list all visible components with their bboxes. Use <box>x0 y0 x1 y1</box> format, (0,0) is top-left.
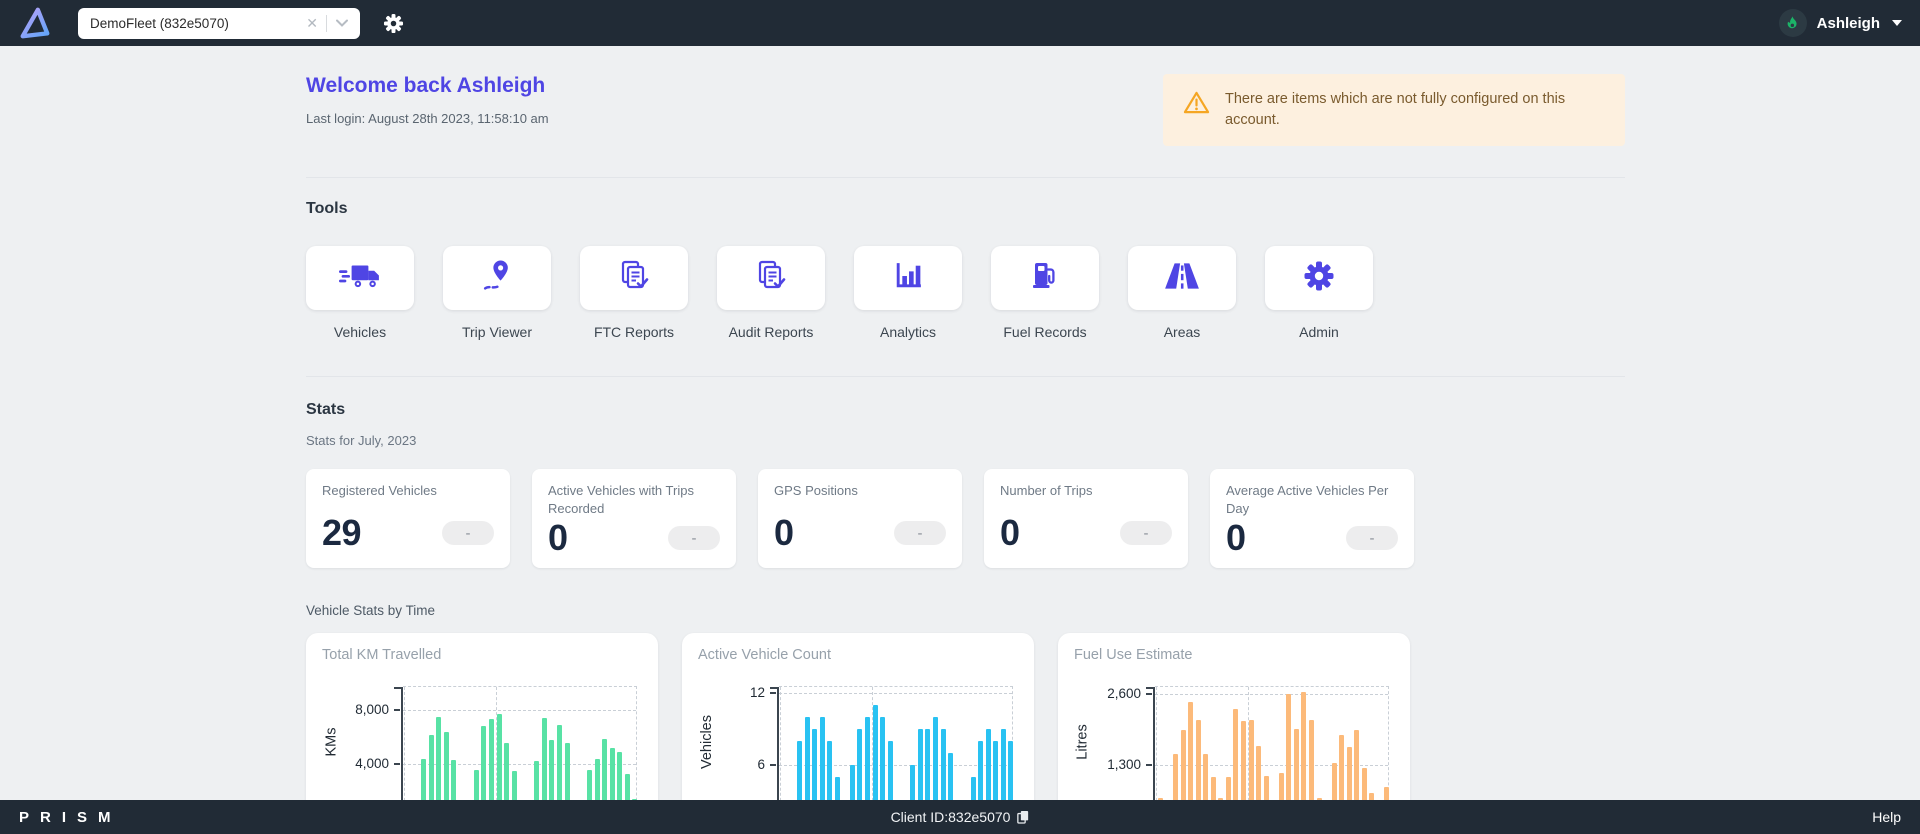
tool-label: Areas <box>1163 324 1201 341</box>
section-divider <box>306 177 1625 179</box>
y-tick-label: 12 <box>749 685 765 701</box>
user-menu[interactable]: Ashleigh <box>1778 9 1902 37</box>
gridline <box>1155 694 1388 696</box>
chart-title: Active Vehicle Count <box>698 647 831 664</box>
bar-chart-icon <box>892 259 925 297</box>
section-divider <box>306 376 1625 378</box>
stat-label: Average Active Vehicles Per Day <box>1226 483 1389 516</box>
fleet-selector[interactable]: DemoFleet (832e5070) ✕ <box>78 7 360 39</box>
footer: PRISM Client ID:832e5070 Help <box>0 800 1920 834</box>
tool-item-areas: Areas <box>1128 246 1236 340</box>
road-icon <box>1163 261 1201 296</box>
page-title: Welcome back Ashleigh <box>306 74 546 97</box>
flame-icon <box>1787 15 1797 28</box>
tool-ftc-reports-button[interactable] <box>580 246 688 311</box>
tools-row: Vehicles Trip Viewer FTC Reports Audit R… <box>306 246 1625 340</box>
chart-title: Fuel Use Estimate <box>1074 647 1193 664</box>
stat-trend-badge: - <box>1120 521 1172 546</box>
stat-value: 29 <box>322 512 362 554</box>
tool-item-audit-reports: Audit Reports <box>717 246 825 340</box>
stat-card: GPS Positions 0 - <box>758 469 962 569</box>
stats-heading: Stats <box>306 401 346 419</box>
settings-gear-icon[interactable] <box>383 13 404 34</box>
chart-title: Total KM Travelled <box>322 647 442 664</box>
stat-value: 0 <box>774 512 794 554</box>
footer-brand: PRISM <box>19 808 122 826</box>
stats-row: Registered Vehicles 29 - Active Vehicles… <box>306 469 1625 569</box>
tool-item-fuel-records: Fuel Records <box>991 246 1099 340</box>
tool-item-admin: Admin <box>1265 246 1373 340</box>
stat-trend-badge: - <box>668 526 720 551</box>
vehicle-stats-heading: Vehicle Stats by Time <box>306 603 436 619</box>
stat-label: Registered Vehicles <box>322 483 437 499</box>
clear-icon[interactable]: ✕ <box>298 15 326 32</box>
stat-trend-badge: - <box>1346 526 1398 551</box>
y-tick-label: 8,000 <box>355 702 389 718</box>
tool-label: Vehicles <box>333 324 387 341</box>
gear-icon <box>1303 260 1335 297</box>
tool-label: Analytics <box>879 324 937 341</box>
app-logo-icon <box>18 5 54 41</box>
gridline <box>403 710 636 712</box>
navbar: DemoFleet (832e5070) ✕ Ashleigh <box>0 0 1920 46</box>
tool-label: Fuel Records <box>1003 324 1087 341</box>
tool-admin-button[interactable] <box>1265 246 1373 311</box>
stat-trend-badge: - <box>894 521 946 546</box>
tool-label: Admin <box>1299 324 1339 341</box>
stat-value: 0 <box>1226 517 1246 559</box>
tool-item-trip-viewer: Trip Viewer <box>443 246 551 340</box>
stat-card: Average Active Vehicles Per Day 0 - <box>1210 469 1414 569</box>
stat-label: Number of Trips <box>1000 483 1093 499</box>
stat-trend-badge: - <box>442 521 494 546</box>
chevron-down-icon[interactable] <box>327 19 350 27</box>
y-tick-label: 4,000 <box>355 756 389 772</box>
tool-areas-button[interactable] <box>1128 246 1236 311</box>
user-name: Ashleigh <box>1816 14 1880 32</box>
warning-text: There are items which are not fully conf… <box>1225 91 1566 129</box>
stat-value: 0 <box>1000 512 1020 554</box>
stat-card: Active Vehicles with Trips Recorded 0 - <box>532 469 736 569</box>
user-avatar <box>1778 9 1807 37</box>
stat-label: GPS Positions <box>774 483 858 499</box>
warning-triangle-icon <box>1183 90 1210 120</box>
warning-banner: There are items which are not fully conf… <box>1163 74 1625 147</box>
stats-subtitle: Stats for July, 2023 <box>306 433 417 449</box>
tool-trip-viewer-button[interactable] <box>443 246 551 311</box>
welcome-block: Welcome back Ashleigh Last login: August… <box>306 74 549 126</box>
tool-analytics-button[interactable] <box>854 246 962 311</box>
tool-fuel-records-button[interactable] <box>991 246 1099 311</box>
stat-value: 0 <box>548 517 568 559</box>
client-id: Client ID:832e5070 <box>0 809 1920 825</box>
document-check-icon <box>617 259 651 298</box>
tools-heading: Tools <box>306 200 348 218</box>
truck-icon <box>339 262 381 295</box>
y-tick-label: 1,300 <box>1107 757 1141 773</box>
tool-item-vehicles: Vehicles <box>306 246 414 340</box>
stat-card: Number of Trips 0 - <box>984 469 1188 569</box>
main-content: Welcome back Ashleigh Last login: August… <box>0 46 1920 834</box>
tool-audit-reports-button[interactable] <box>717 246 825 311</box>
last-login-text: Last login: August 28th 2023, 11:58:10 a… <box>306 111 549 126</box>
help-link[interactable]: Help <box>1872 809 1901 825</box>
tool-item-ftc-reports: FTC Reports <box>580 246 688 340</box>
gridline <box>779 693 1012 694</box>
stat-card: Registered Vehicles 29 - <box>306 469 510 569</box>
client-id-text: Client ID:832e5070 <box>890 809 1011 825</box>
fleet-selector-value: DemoFleet (832e5070) <box>90 15 229 31</box>
map-pin-route-icon <box>481 259 514 297</box>
y-tick-label: 2,600 <box>1107 686 1141 702</box>
tool-vehicles-button[interactable] <box>306 246 414 311</box>
caret-down-icon <box>1892 20 1902 26</box>
tool-label: Audit Reports <box>728 324 814 341</box>
fuel-pump-icon <box>1029 260 1061 297</box>
copy-icon[interactable] <box>1017 810 1029 824</box>
y-tick-label: 6 <box>757 756 765 772</box>
tool-item-analytics: Analytics <box>854 246 962 340</box>
tool-label: Trip Viewer <box>461 324 533 341</box>
document-check-icon <box>754 259 788 298</box>
stat-label: Active Vehicles with Trips Recorded <box>548 483 694 516</box>
tool-label: FTC Reports <box>593 324 675 341</box>
